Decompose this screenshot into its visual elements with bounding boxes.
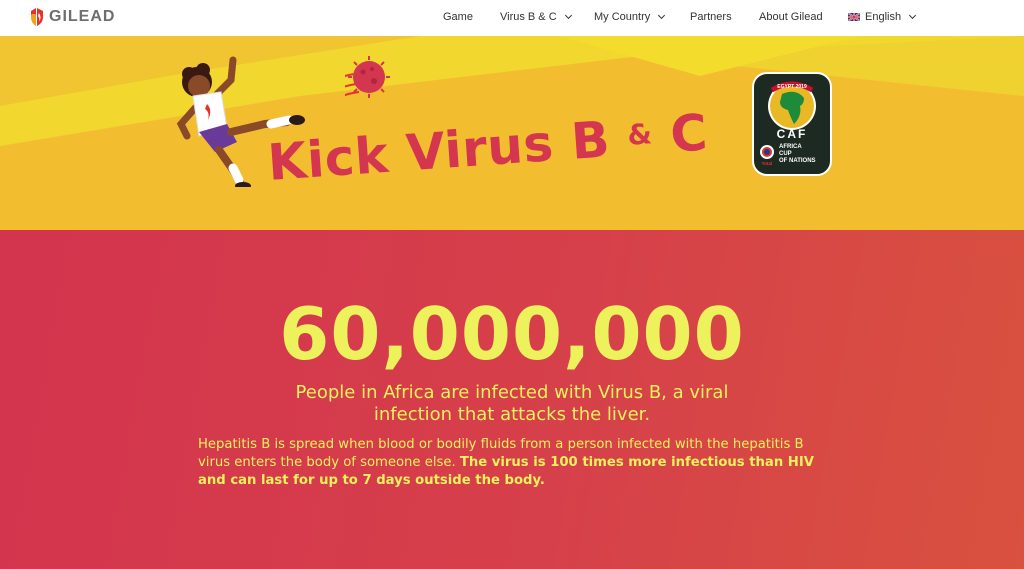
gilead-logo[interactable]: GILEAD <box>30 7 115 27</box>
badge-sponsor: Total <box>762 161 772 166</box>
caf-afcon-badge: EGYPT 2019 CAF Total AFRICA CUP OF NATIO… <box>752 72 832 176</box>
nav-item-label: Virus B & C <box>500 11 557 23</box>
nav-item-label: Game <box>443 11 473 23</box>
badge-line-1: AFRICA <box>779 144 802 150</box>
stat-section: 60,000,000 People in Africa are infected… <box>0 230 1024 569</box>
nav-item-virus-b-c[interactable]: Virus B & C <box>500 11 572 23</box>
chevron-down-icon <box>909 11 917 20</box>
title-ampersand: & <box>626 117 654 152</box>
gilead-flame-icon <box>31 8 43 26</box>
stat-subtitle: People in Africa are infected with Virus… <box>295 382 729 425</box>
nav-item-language[interactable]: English <box>848 11 917 23</box>
virus-ball-icon <box>345 56 390 98</box>
site-header: GILEAD Game Virus B & C My Country Partn… <box>0 0 1024 36</box>
nav-item-my-country[interactable]: My Country <box>594 11 666 23</box>
uk-flag-icon <box>848 13 860 21</box>
nav-item-partners[interactable]: Partners <box>690 11 732 23</box>
nav-item-game[interactable]: Game <box>443 11 473 23</box>
hero-banner: Kick Virus B & C EGYPT 2019 CAF Total AF… <box>0 36 1024 230</box>
chevron-down-icon <box>564 11 572 20</box>
badge-top-text: EGYPT 2019 <box>777 84 807 90</box>
badge-letters: CAF <box>777 127 808 141</box>
brand-name: GILEAD <box>49 8 116 25</box>
nav-item-label: About Gilead <box>759 11 823 23</box>
nav-item-about-gilead[interactable]: About Gilead <box>759 11 823 23</box>
nav-item-label: English <box>865 11 902 23</box>
nav-item-label: My Country <box>594 11 651 23</box>
badge-line-3: OF NATIONS <box>779 158 816 164</box>
hepatitis-b-description: Hepatitis B is spread when blood or bodi… <box>198 436 828 490</box>
chevron-down-icon <box>658 11 666 20</box>
nav-item-label: Partners <box>690 11 732 23</box>
infection-stat: 60,000,000 <box>279 292 745 376</box>
badge-line-2: CUP <box>779 151 792 157</box>
title-end-text: C <box>668 103 710 164</box>
